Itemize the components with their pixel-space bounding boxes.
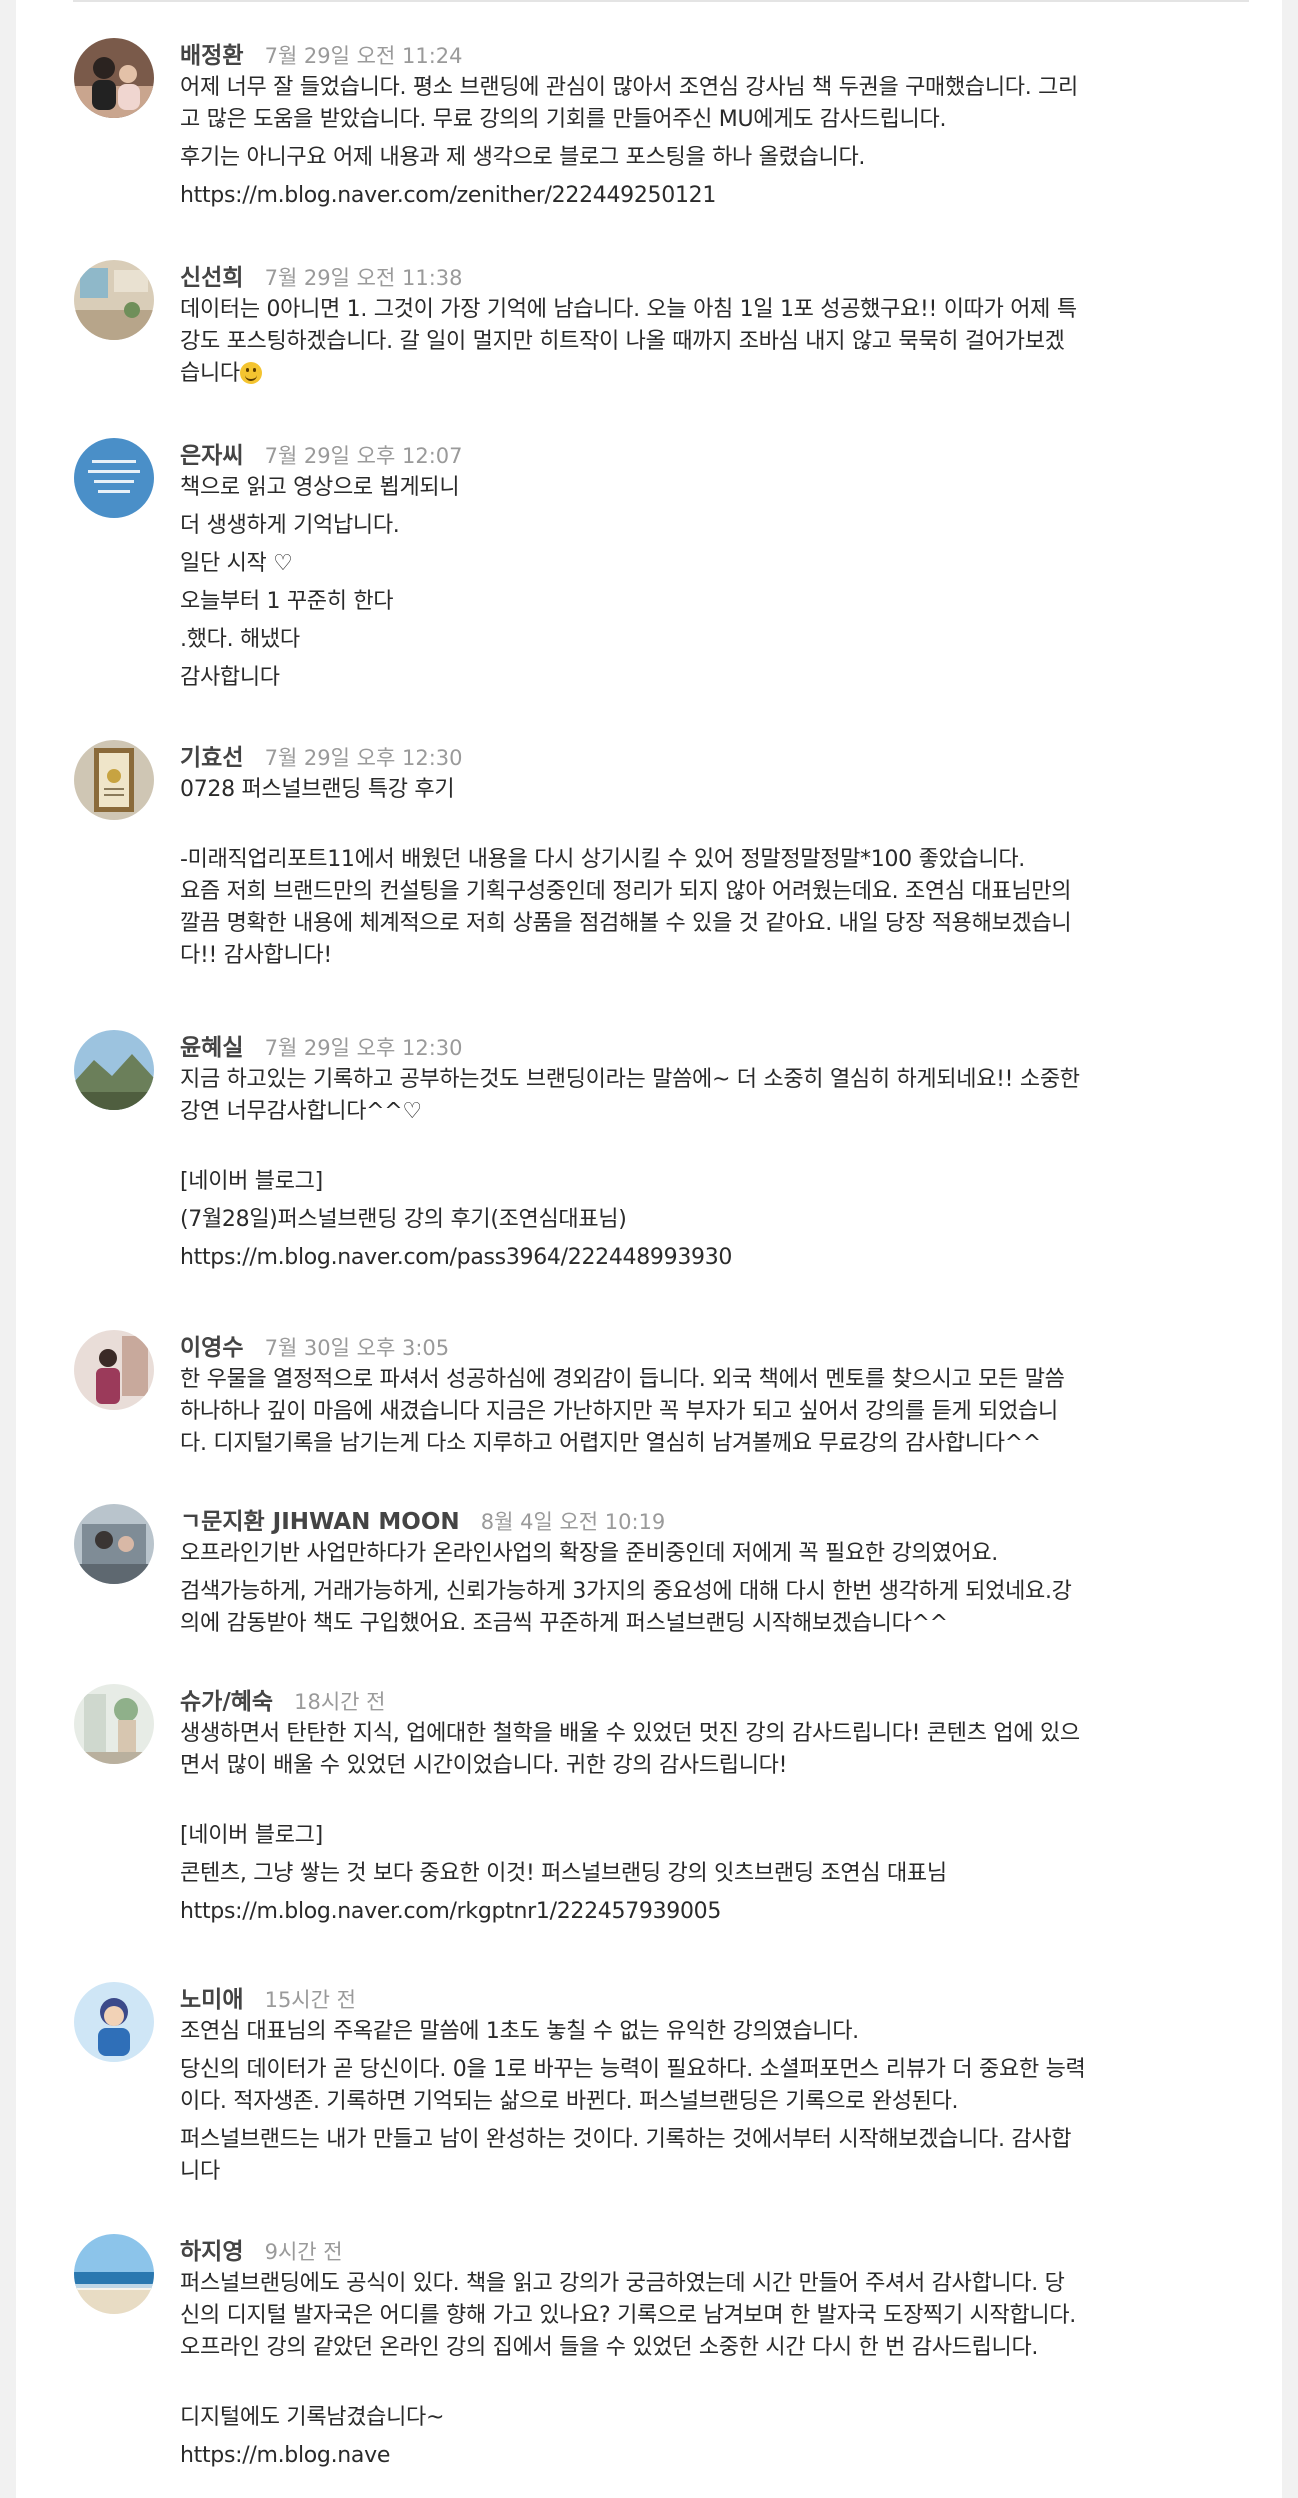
comment-line: 이다. 적자생존. 기록하면 기억되는 삶으로 바뀐다. 퍼스널브랜딩은 기록으… xyxy=(180,2089,959,2114)
comment-author[interactable]: 신선희 xyxy=(180,265,243,291)
comment-text: 책으로 읽고 영상으로 뵙게되니 더 생생하게 기억납니다. 일단 시작 ♡ 오… xyxy=(180,472,1242,694)
comment-line: (7월28일)퍼스널브랜딩 강의 후기(조연심대표님) xyxy=(180,1207,627,1232)
comment-line: 요즘 저희 브랜드만의 컨설팅을 기획구성중인데 정리가 되지 않아 어려웠는데… xyxy=(180,879,1072,904)
comment-text: 생생하면서 탄탄한 지식, 업에대한 철학을 배울 수 있었던 멋진 강의 감사… xyxy=(180,1718,1242,1928)
comment-text: 0728 퍼스널브랜딩 특강 후기 -미래직업리포트11에서 배웠던 내용을 다… xyxy=(180,774,1242,972)
comment-line: [네이버 블로그] xyxy=(180,1169,323,1194)
comment-line: 습니다 xyxy=(180,361,240,386)
comment-timestamp: 8월 4일 오전 10:19 xyxy=(480,1510,666,1534)
comment-line: 지금 하고있는 기록하고 공부하는것도 브랜딩이라는 말씀에~ 더 소중히 열심… xyxy=(180,1067,1080,1092)
comment-line: 일단 시작 ♡ xyxy=(180,551,293,576)
comment-line: 조연심 대표님의 주옥같은 말씀에 1초도 놓칠 수 없는 유익한 강의였습니다… xyxy=(180,2019,859,2044)
comment-text: 한 우물을 열정적으로 파셔서 성공하심에 경외감이 듭니다. 외국 책에서 멘… xyxy=(180,1364,1242,1460)
comment-line: 데이터는 0아니면 1. 그것이 가장 기억에 남습니다. 오늘 아침 1일 1… xyxy=(180,297,1077,322)
comment-line: 하나하나 깊이 마음에 새겼습니다 지금은 가난하지만 꼭 부자가 되고 싶어서… xyxy=(180,1399,1058,1424)
comment-line: 강연 너무감사합니다^^♡ xyxy=(180,1099,422,1124)
comment-line: -미래직업리포트11에서 배웠던 내용을 다시 상기시킬 수 있어 정말정말정말… xyxy=(180,847,1025,872)
blog-link[interactable]: https://m.blog.nave xyxy=(180,2440,1242,2472)
comment-line: 생생하면서 탄탄한 지식, 업에대한 철학을 배울 수 있었던 멋진 강의 감사… xyxy=(180,1721,1080,1746)
comment-line: 콘텐츠, 그냥 쌓는 것 보다 중요한 이것! 퍼스널브랜딩 강의 잇츠브랜딩 … xyxy=(180,1861,947,1886)
comment-timestamp: 7월 29일 오후 12:30 xyxy=(264,1036,463,1060)
grinning-face-icon xyxy=(239,362,262,384)
blog-link[interactable]: https://m.blog.naver.com/zenither/222449… xyxy=(180,180,1242,212)
comment-line: 깔끔 명확한 내용에 체계적으로 저희 상품을 점검해볼 수 있을 것 같아요.… xyxy=(180,911,1072,936)
comment-list-panel: 배정환 7월 29일 오전 11:24 어제 너무 잘 들었습니다. 평소 브랜… xyxy=(16,0,1282,2498)
comment-line: 다!! 감사합니다! xyxy=(180,943,332,968)
avatar[interactable] xyxy=(74,438,154,518)
comment-line: 면서 많이 배울 수 있었던 시간이었습니다. 귀한 강의 감사드립니다! xyxy=(180,1753,788,1778)
comment-author[interactable]: 하지영 xyxy=(180,2239,243,2265)
comment-text: 퍼스널브랜딩에도 공식이 있다. 책을 읽고 강의가 궁금하였는데 시간 만들어… xyxy=(180,2268,1242,2472)
comment-line: 퍼스널브랜딩에도 공식이 있다. 책을 읽고 강의가 궁금하였는데 시간 만들어… xyxy=(180,2271,1065,2296)
comment-author[interactable]: 슈가/혜숙 xyxy=(180,1689,273,1715)
comment-line: 어제 너무 잘 들었습니다. 평소 브랜딩에 관심이 많아서 조연심 강사님 책… xyxy=(180,75,1079,100)
comment-line: 감사합니다 xyxy=(180,665,280,690)
comment-line: 퍼스널브랜드는 내가 만들고 남이 완성하는 것이다. 기록하는 것에서부터 시… xyxy=(180,2127,1072,2152)
comment-author[interactable]: ㄱ문지환 JIHWAN MOON xyxy=(180,1509,460,1535)
comment-author[interactable]: 배정환 xyxy=(180,43,243,69)
avatar[interactable] xyxy=(74,1504,154,1584)
comment-text: 어제 너무 잘 들었습니다. 평소 브랜딩에 관심이 많아서 조연심 강사님 책… xyxy=(180,72,1242,212)
divider xyxy=(73,0,1249,2)
comment-author[interactable]: 이영수 xyxy=(180,1335,243,1361)
comment-timestamp: 9시간 전 xyxy=(264,2240,343,2264)
comment-author[interactable]: 은자씨 xyxy=(180,443,243,469)
comment-line: 한 우물을 열정적으로 파셔서 성공하심에 경외감이 듭니다. 외국 책에서 멘… xyxy=(180,1367,1065,1392)
avatar[interactable] xyxy=(74,38,154,118)
comment-text: 지금 하고있는 기록하고 공부하는것도 브랜딩이라는 말씀에~ 더 소중히 열심… xyxy=(180,1064,1242,1274)
comment-line: 검색가능하게, 거래가능하게, 신뢰가능하게 3가지의 중요성에 대해 다시 한… xyxy=(180,1579,1072,1604)
comment-line: [네이버 블로그] xyxy=(180,1823,323,1848)
comment-timestamp: 7월 29일 오전 11:38 xyxy=(264,266,463,290)
comment-timestamp: 7월 29일 오후 12:07 xyxy=(264,444,463,468)
blog-link[interactable]: https://m.blog.naver.com/pass3964/222448… xyxy=(180,1242,1242,1274)
blog-link[interactable]: https://m.blog.naver.com/rkgptnr1/222457… xyxy=(180,1896,1242,1928)
comment-timestamp: 15시간 전 xyxy=(264,1988,356,2012)
comment-line: 오늘부터 1 꾸준히 한다 xyxy=(180,589,394,614)
comment-line: 오프라인기반 사업만하다가 온라인사업의 확장을 준비중인데 저에게 꼭 필요한… xyxy=(180,1541,998,1566)
comment-line: 고 많은 도움을 받았습니다. 무료 강의의 기회를 만들어주신 MU에게도 감… xyxy=(180,107,947,132)
comment-line: .했다. 해냈다 xyxy=(180,627,300,652)
comment-timestamp: 18시간 전 xyxy=(294,1690,386,1714)
comment-timestamp: 7월 30일 오후 3:05 xyxy=(264,1336,450,1360)
comment-line: 오프라인 강의 같았던 온라인 강의 집에서 들을 수 있었던 소중한 시간 다… xyxy=(180,2335,1039,2360)
comment-author[interactable]: 기효선 xyxy=(180,745,243,771)
comment-line: 다. 디지털기록을 남기는게 다소 지루하고 어렵지만 열심히 남겨볼께요 무료… xyxy=(180,1431,1041,1456)
comment-line: 강도 포스팅하겠습니다. 갈 일이 멀지만 히트작이 나올 때까지 조바심 내지… xyxy=(180,329,1065,354)
comment-author[interactable]: 윤혜실 xyxy=(180,1035,243,1061)
avatar[interactable] xyxy=(74,260,154,340)
avatar[interactable] xyxy=(74,1330,154,1410)
comment-author[interactable]: 노미애 xyxy=(180,1987,243,2013)
comment-line: 의에 감동받아 책도 구입했어요. 조금씩 꾸준하게 퍼스널브랜딩 시작해보겠습… xyxy=(180,1611,948,1636)
comment-line: 더 생생하게 기억납니다. xyxy=(180,513,400,538)
avatar[interactable] xyxy=(74,1684,154,1764)
comment-text: 데이터는 0아니면 1. 그것이 가장 기억에 남습니다. 오늘 아침 1일 1… xyxy=(180,294,1242,390)
comment-line: 디지털에도 기록남겼습니다~ xyxy=(180,2405,445,2430)
comment-text: 조연심 대표님의 주옥같은 말씀에 1초도 놓칠 수 없는 유익한 강의였습니다… xyxy=(180,2016,1242,2188)
comment-line: 니다 xyxy=(180,2159,220,2184)
comment-line: 후기는 아니구요 어제 내용과 제 생각으로 블로그 포스팅을 하나 올렸습니다… xyxy=(180,145,866,170)
avatar[interactable] xyxy=(74,2234,154,2314)
comment-line: 책으로 읽고 영상으로 뵙게되니 xyxy=(180,475,460,500)
comment-text: 오프라인기반 사업만하다가 온라인사업의 확장을 준비중인데 저에게 꼭 필요한… xyxy=(180,1538,1242,1640)
avatar[interactable] xyxy=(74,740,154,820)
comment-timestamp: 7월 29일 오전 11:24 xyxy=(264,44,463,68)
comment-line: 신의 디지털 발자국은 어디를 향해 가고 있나요? 기록으로 남겨보며 한 발… xyxy=(180,2303,1076,2328)
comment-line: 0728 퍼스널브랜딩 특강 후기 xyxy=(180,777,455,802)
comment-line: 당신의 데이터가 곧 당신이다. 0을 1로 바꾸는 능력이 필요하다. 소셜퍼… xyxy=(180,2057,1086,2082)
comment-timestamp: 7월 29일 오후 12:30 xyxy=(264,746,463,770)
avatar[interactable] xyxy=(74,1982,154,2062)
avatar[interactable] xyxy=(74,1030,154,1110)
